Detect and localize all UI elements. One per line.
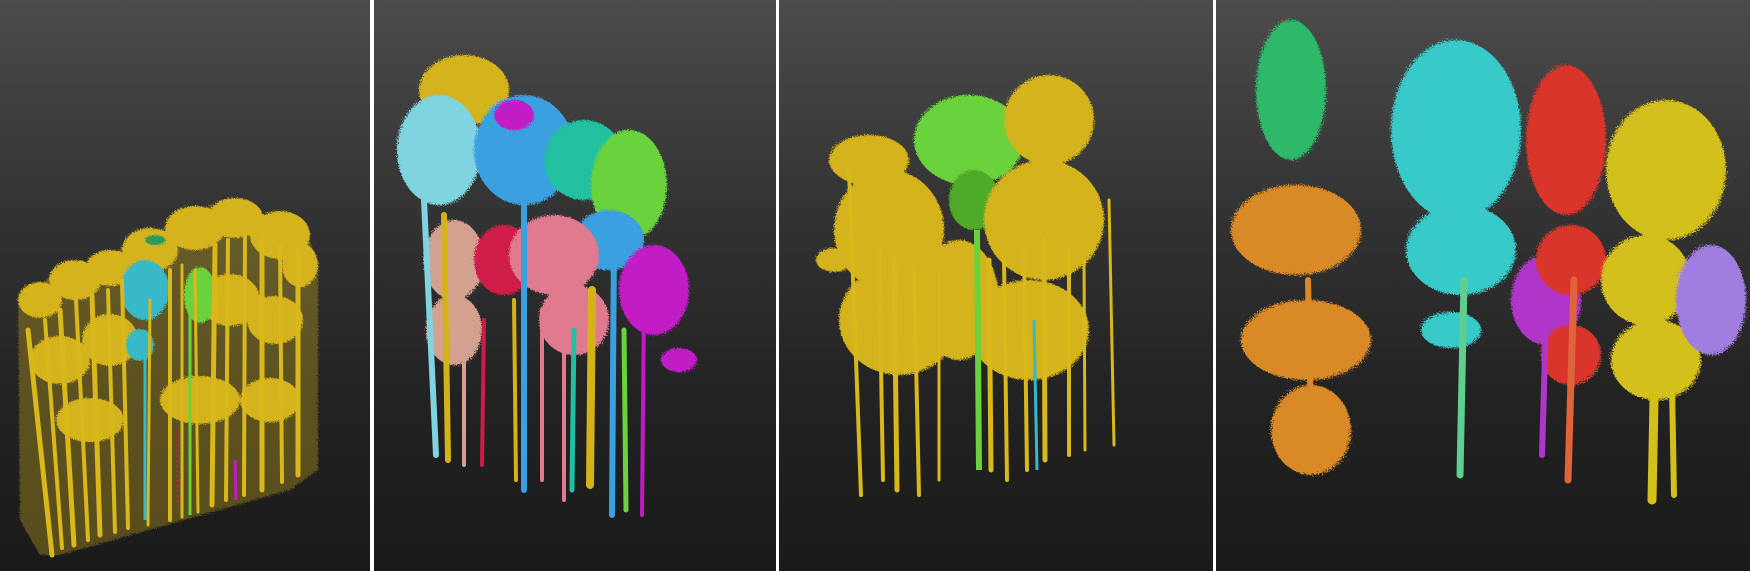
segmented-trees-graphic [397,55,697,518]
point-cloud-panel-2 [374,0,776,571]
segmented-trees-graphic [1231,20,1746,505]
figure-strip [0,0,1750,571]
point-cloud-panel-3 [779,0,1213,571]
point-cloud-panel-4 [1216,0,1750,571]
forest-plot-graphic [18,198,318,558]
segmented-trees-graphic [816,75,1116,497]
point-cloud-panel-1 [0,0,370,571]
